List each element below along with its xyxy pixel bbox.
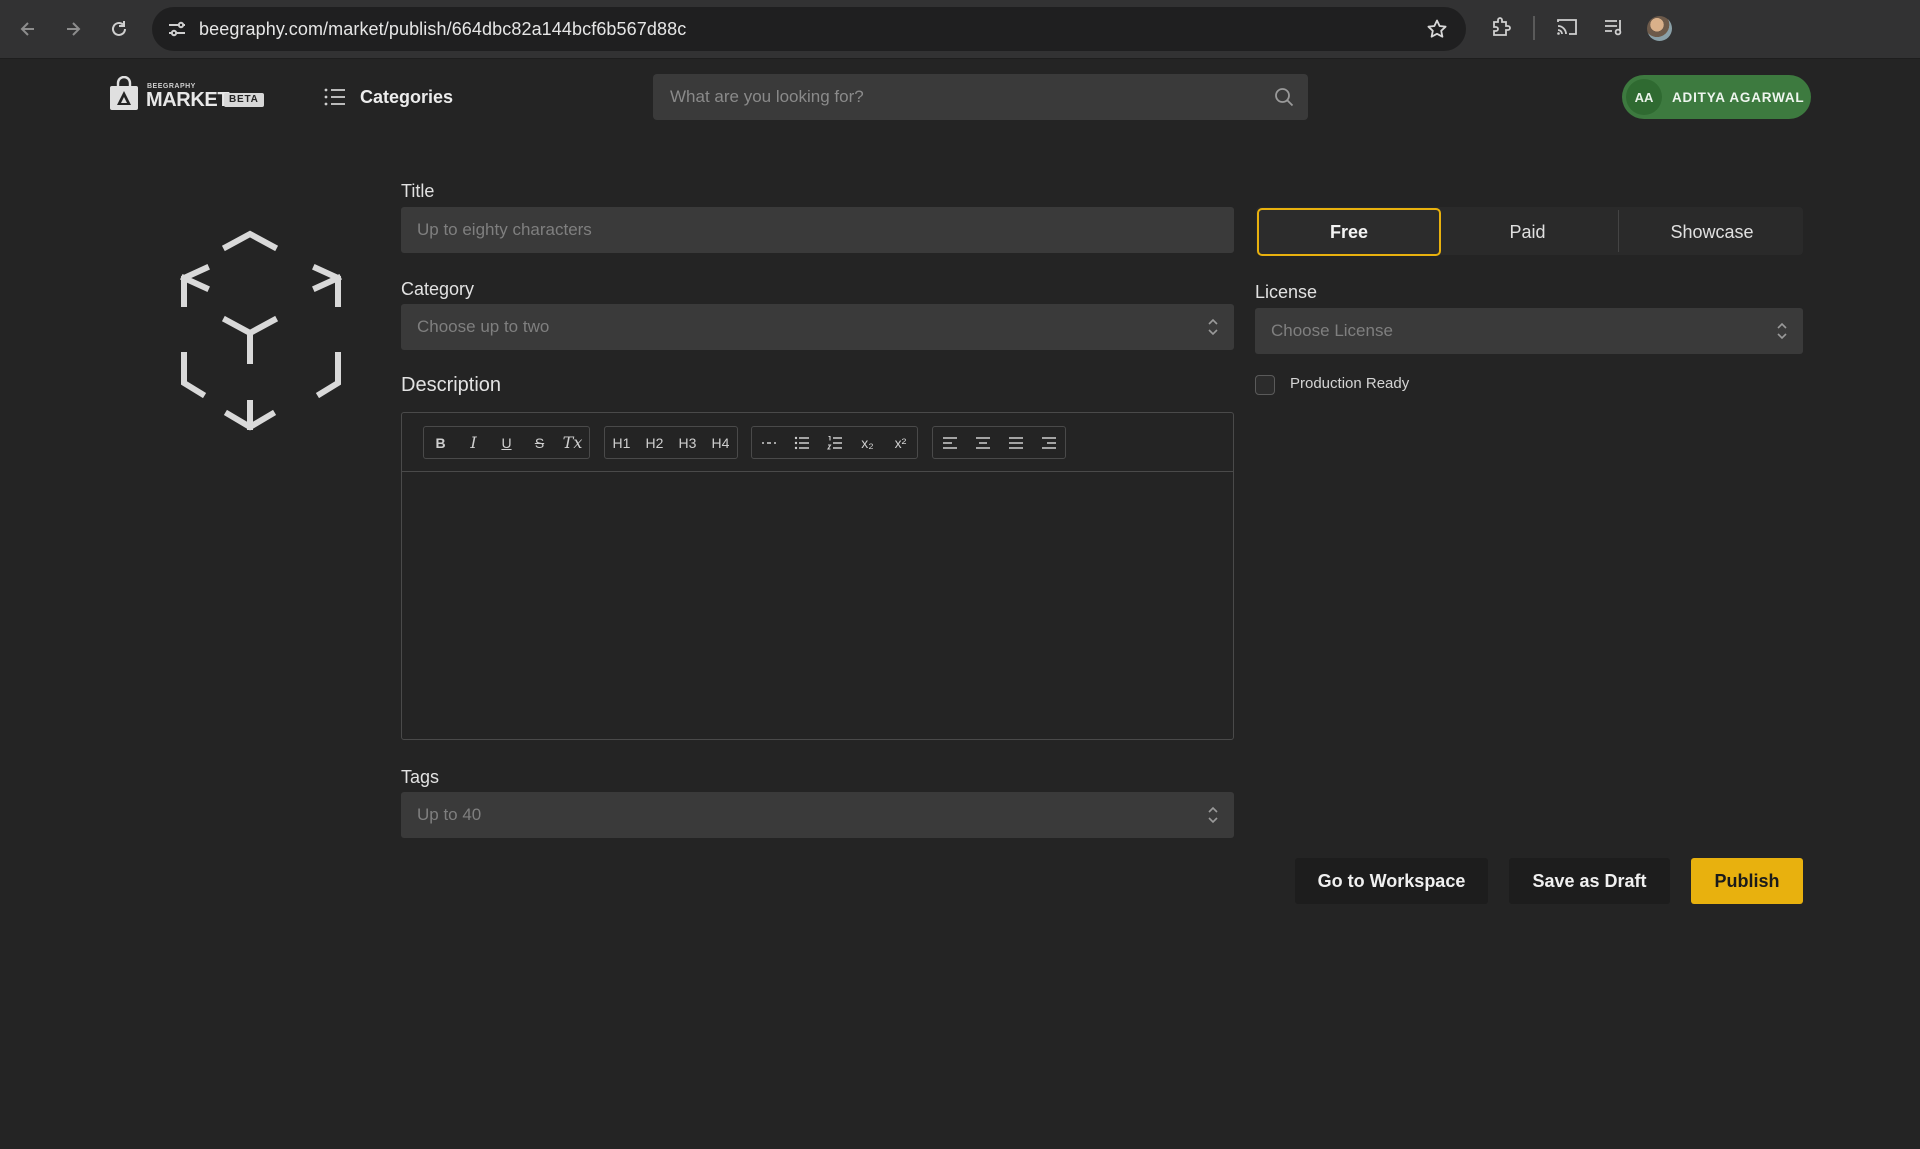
- browser-toolbar: beegraphy.com/market/publish/664dbc82a14…: [0, 0, 1920, 59]
- updown-chevron-icon: [1207, 318, 1219, 336]
- search-bar: [653, 74, 1308, 120]
- heading-3-button[interactable]: H3: [671, 427, 704, 458]
- format-tool-group: B I U S Tx: [423, 426, 590, 459]
- bookmark-star-icon[interactable]: [1426, 18, 1448, 40]
- forward-icon[interactable]: [60, 16, 86, 42]
- category-select[interactable]: Choose up to two: [401, 304, 1234, 350]
- pricing-option-showcase[interactable]: Showcase: [1622, 208, 1802, 256]
- publish-button[interactable]: Publish: [1691, 858, 1803, 904]
- bold-button[interactable]: B: [424, 427, 457, 458]
- heading-2-button[interactable]: H2: [638, 427, 671, 458]
- updown-chevron-icon: [1207, 806, 1219, 824]
- updown-chevron-icon: [1776, 322, 1788, 340]
- logo-wordmark: MARKET: [146, 89, 230, 111]
- description-editor: B I U S Tx H1 H2 H3 H4 x₂ x²: [401, 412, 1234, 740]
- profile-avatar-icon[interactable]: [1647, 16, 1672, 41]
- extensions-icon[interactable]: [1489, 15, 1513, 39]
- production-ready-label[interactable]: Production Ready: [1290, 375, 1409, 392]
- url-text[interactable]: beegraphy.com/market/publish/664dbc82a14…: [199, 19, 686, 40]
- subscript-button[interactable]: x₂: [851, 427, 884, 458]
- pricing-option-paid[interactable]: Paid: [1445, 208, 1610, 256]
- reload-icon[interactable]: [106, 16, 132, 42]
- category-label: Category: [401, 279, 475, 299]
- license-select[interactable]: Choose License: [1255, 308, 1803, 354]
- tags-select[interactable]: Up to 40: [401, 792, 1234, 838]
- license-label: License: [1255, 282, 1318, 302]
- user-name: ADITYA AGARWAL: [1672, 89, 1805, 105]
- list-icon: [324, 87, 346, 107]
- save-as-draft-button[interactable]: Save as Draft: [1509, 858, 1670, 904]
- go-to-workspace-button[interactable]: Go to Workspace: [1295, 858, 1488, 904]
- align-left-button[interactable]: [933, 427, 966, 458]
- align-tool-group: [932, 426, 1066, 459]
- bullet-list-button[interactable]: [785, 427, 818, 458]
- beta-badge: BETA: [224, 93, 264, 107]
- shopping-bag-icon: [108, 76, 140, 112]
- production-ready-checkbox[interactable]: [1255, 375, 1275, 395]
- title-field-wrapper: [401, 207, 1234, 253]
- search-icon[interactable]: [1274, 87, 1294, 107]
- list-tool-group: x₂ x²: [751, 426, 918, 459]
- horizontal-rule-button[interactable]: [752, 427, 785, 458]
- pricing-option-free[interactable]: Free: [1257, 208, 1441, 256]
- site-settings-icon[interactable]: [166, 18, 188, 40]
- heading-1-button[interactable]: H1: [605, 427, 638, 458]
- description-content-area[interactable]: [402, 472, 1233, 739]
- beegraphy-market-logo[interactable]: BEEGRAPHY MARKET BETA: [108, 74, 268, 114]
- underline-button[interactable]: U: [490, 427, 523, 458]
- categories-menu-button[interactable]: Categories: [324, 84, 453, 110]
- user-account-button[interactable]: AA ADITYA AGARWAL: [1622, 75, 1811, 119]
- strikethrough-button[interactable]: S: [523, 427, 556, 458]
- clear-format-button[interactable]: Tx: [556, 427, 589, 458]
- media-control-icon[interactable]: [1602, 15, 1626, 39]
- segment-divider: [1618, 210, 1619, 252]
- editor-toolbar: B I U S Tx H1 H2 H3 H4 x₂ x²: [402, 413, 1233, 472]
- toolbar-divider: [1533, 16, 1535, 40]
- align-center-button[interactable]: [966, 427, 999, 458]
- heading-tool-group: H1 H2 H3 H4: [604, 426, 738, 459]
- italic-button[interactable]: I: [457, 427, 490, 458]
- numbered-list-button[interactable]: [818, 427, 851, 458]
- heading-4-button[interactable]: H4: [704, 427, 737, 458]
- license-placeholder: Choose License: [1271, 321, 1393, 340]
- category-placeholder: Choose up to two: [417, 317, 550, 336]
- tags-label: Tags: [401, 767, 440, 787]
- categories-label: Categories: [360, 86, 454, 107]
- cast-icon[interactable]: [1555, 15, 1579, 39]
- title-label: Title: [401, 181, 435, 201]
- tags-placeholder: Up to 40: [417, 805, 482, 824]
- align-right-button[interactable]: [1032, 427, 1065, 458]
- description-label: Description: [401, 374, 502, 396]
- align-justify-button[interactable]: [999, 427, 1032, 458]
- superscript-button[interactable]: x²: [884, 427, 917, 458]
- avatar: AA: [1626, 79, 1662, 115]
- address-bar[interactable]: beegraphy.com/market/publish/664dbc82a14…: [152, 7, 1466, 51]
- search-input[interactable]: [653, 74, 1253, 120]
- back-icon[interactable]: [15, 16, 41, 42]
- title-input[interactable]: [401, 207, 1234, 253]
- model-upload-placeholder-icon[interactable]: [150, 225, 350, 445]
